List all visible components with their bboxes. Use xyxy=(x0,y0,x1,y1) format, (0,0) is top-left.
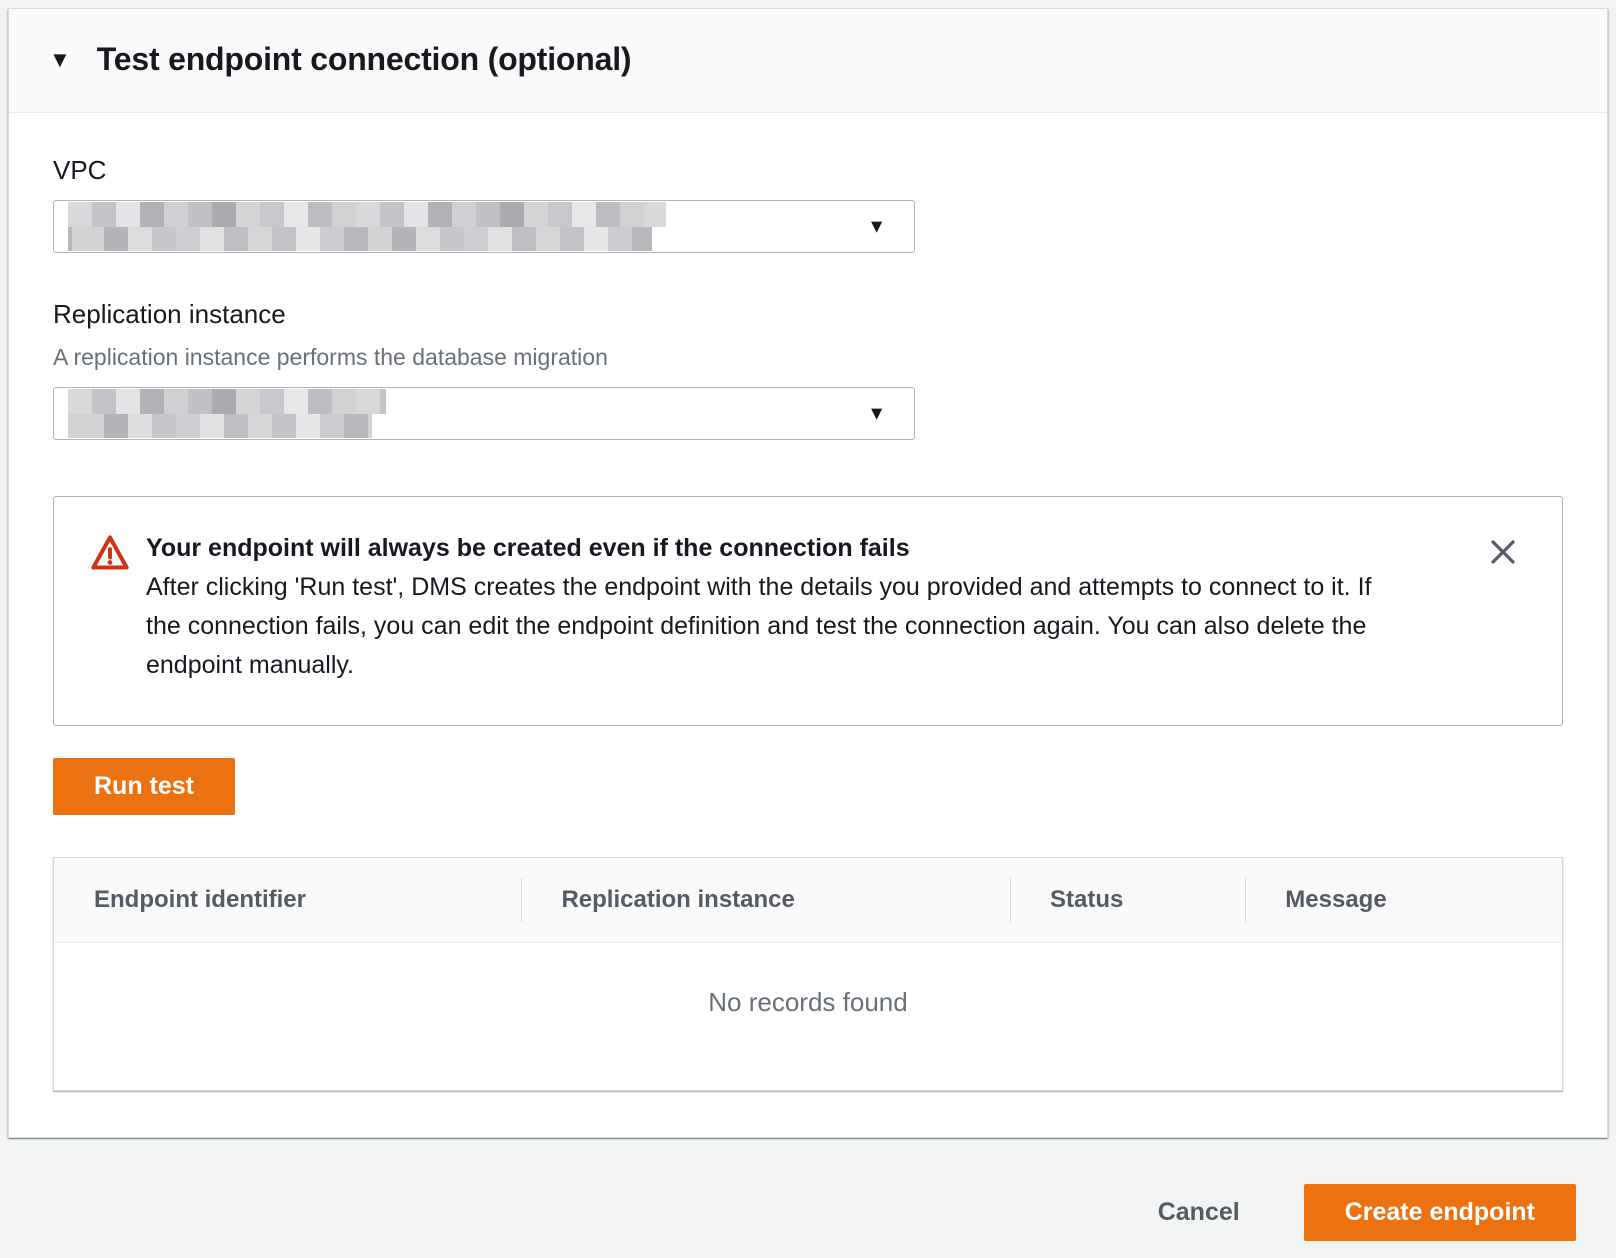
vpc-field: VPC ▼ xyxy=(53,155,1563,253)
table-header-row: Endpoint identifier Replication instance… xyxy=(54,858,1562,943)
warning-alert: Your endpoint will always be created eve… xyxy=(53,496,1563,726)
replication-instance-label: Replication instance xyxy=(53,299,1563,330)
caret-down-icon: ▼ xyxy=(49,49,71,71)
create-endpoint-button[interactable]: Create endpoint xyxy=(1304,1184,1576,1241)
alert-title: Your endpoint will always be created eve… xyxy=(146,529,1402,568)
panel-body: VPC ▼ Replication instance A replication… xyxy=(9,113,1607,1137)
warning-triangle-icon xyxy=(90,534,130,685)
page: ▼ Test endpoint connection (optional) VP… xyxy=(0,0,1616,1241)
replication-instance-description: A replication instance performs the data… xyxy=(53,344,1563,371)
vpc-redacted-value xyxy=(68,202,666,251)
alert-body: After clicking 'Run test', DMS creates t… xyxy=(146,568,1402,685)
connection-results-table: Endpoint identifier Replication instance… xyxy=(53,857,1563,1091)
run-test-button[interactable]: Run test xyxy=(53,758,235,815)
caret-down-icon: ▼ xyxy=(867,217,886,236)
table-empty-state: No records found xyxy=(54,943,1562,1090)
close-icon[interactable] xyxy=(1488,537,1518,567)
column-header-replication-instance: Replication instance xyxy=(521,858,1010,942)
cancel-button[interactable]: Cancel xyxy=(1148,1185,1250,1240)
column-header-status: Status xyxy=(1010,858,1245,942)
replication-instance-select[interactable]: ▼ xyxy=(53,387,915,440)
replication-instance-redacted-value xyxy=(68,389,386,438)
caret-down-icon: ▼ xyxy=(867,404,886,423)
replication-instance-field: Replication instance A replication insta… xyxy=(53,299,1563,440)
column-header-message: Message xyxy=(1245,858,1562,942)
vpc-label: VPC xyxy=(53,155,1563,186)
footer-actions: Cancel Create endpoint xyxy=(8,1138,1608,1241)
vpc-select[interactable]: ▼ xyxy=(53,200,915,253)
test-endpoint-connection-panel: ▼ Test endpoint connection (optional) VP… xyxy=(8,8,1608,1138)
column-header-endpoint-identifier: Endpoint identifier xyxy=(54,858,521,942)
alert-text: Your endpoint will always be created eve… xyxy=(146,529,1402,685)
page-title: Test endpoint connection (optional) xyxy=(97,41,632,78)
section-header-toggle[interactable]: ▼ Test endpoint connection (optional) xyxy=(9,9,1607,113)
